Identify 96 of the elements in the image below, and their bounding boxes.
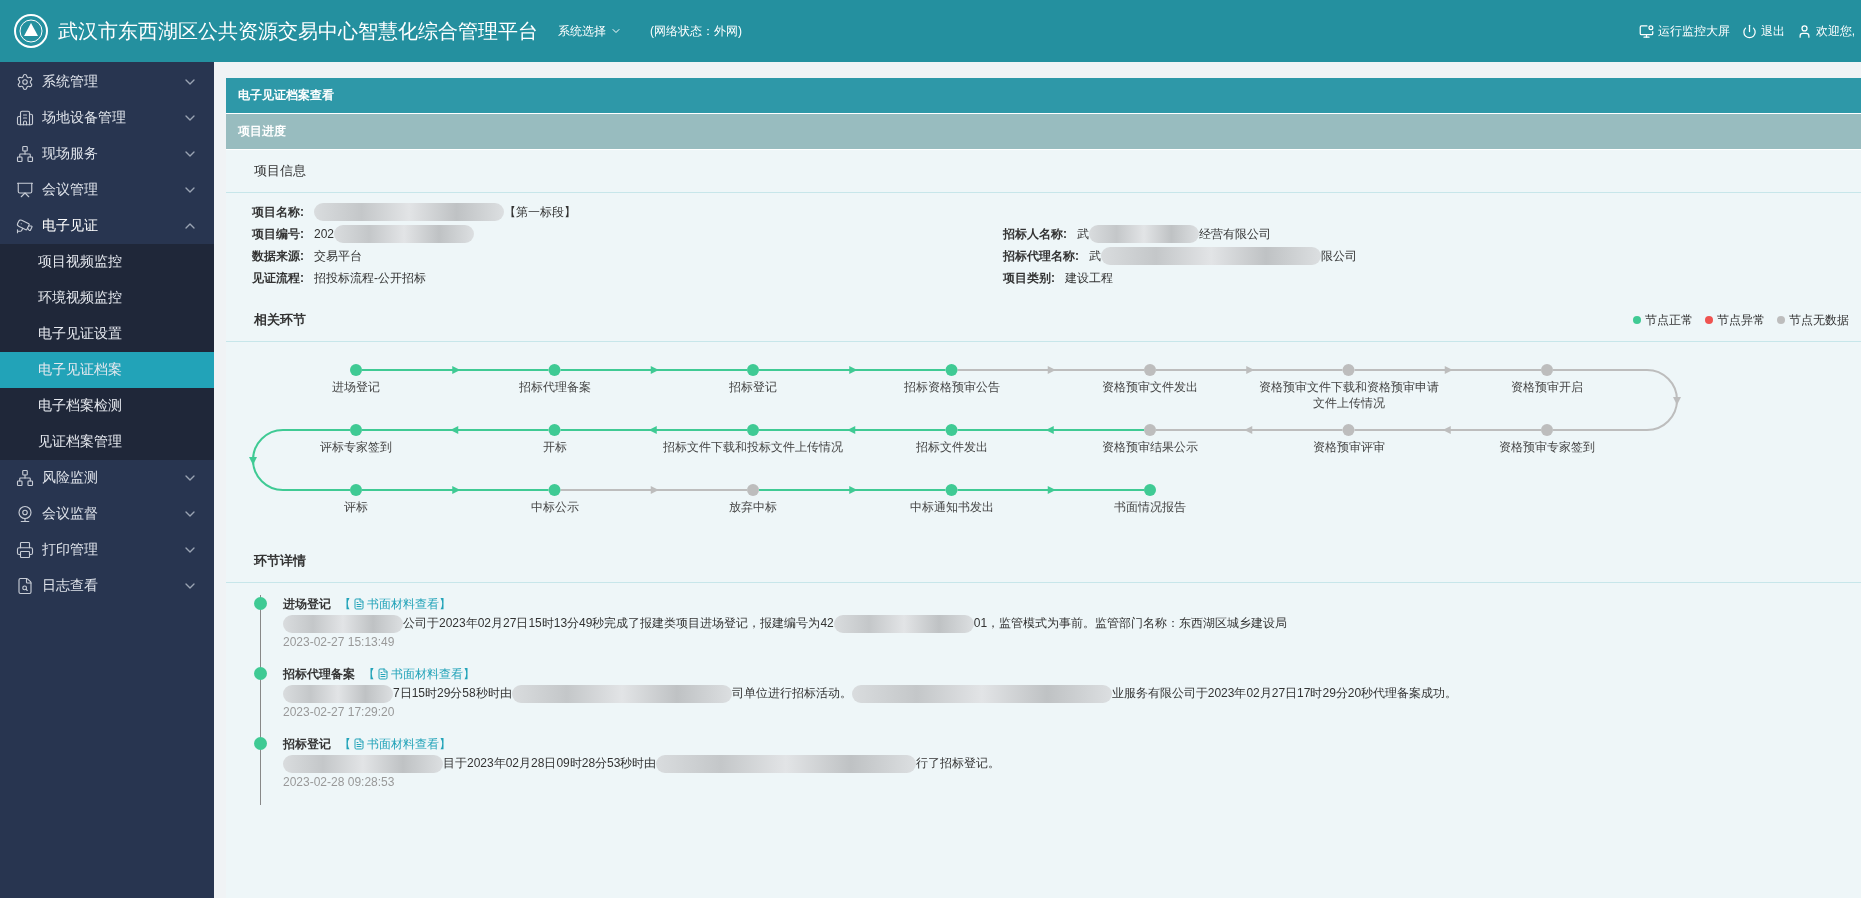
node-label: 资格预审评审 bbox=[1312, 440, 1385, 454]
node-label: 招标文件下载和投标文件上传情况 bbox=[663, 440, 843, 454]
value-text: 武 bbox=[1077, 225, 1089, 243]
node-label: 招标文件发出 bbox=[915, 440, 988, 454]
node-label: 书面情况报告 bbox=[1114, 500, 1186, 514]
node-label: 招标登记 bbox=[729, 380, 777, 394]
sidebar-item[interactable]: 系统管理 bbox=[0, 64, 214, 100]
system-select[interactable]: 系统选择 bbox=[558, 22, 622, 40]
field-label: 数据来源: bbox=[252, 247, 304, 265]
node-label: 招标资格预审公告 bbox=[903, 380, 1000, 394]
node-label: 资格预审开启 bbox=[1511, 380, 1583, 394]
value-text: 交易平台 bbox=[314, 247, 362, 265]
monitor-icon bbox=[1638, 23, 1654, 39]
value-text: 行了招标登记。 bbox=[916, 756, 1001, 770]
network-status: (网络状态：外网) bbox=[650, 22, 742, 40]
timeline-dot bbox=[254, 737, 267, 750]
value-text: 目于2023年02月28日09时28分53秒时由 bbox=[443, 756, 657, 770]
value-text: 业服务有限公司于2023年02月27日17时29分20秒代理备案成功。 bbox=[1111, 686, 1458, 700]
node-label: 评标专家签到 bbox=[320, 440, 392, 454]
value-text: 7日15时29分58秒时由 bbox=[393, 686, 512, 700]
presentation-icon bbox=[16, 181, 34, 199]
field-label: 项目名称: bbox=[252, 203, 304, 221]
sidebar-item[interactable]: 日志查看 bbox=[0, 568, 214, 604]
value-text: 【第一标段】 bbox=[504, 203, 576, 221]
field-label: 招标人名称: bbox=[1003, 225, 1067, 243]
sidebar-subitem[interactable]: 见证档案管理 bbox=[0, 424, 214, 460]
file-search-icon bbox=[16, 577, 34, 595]
legend-item: 节点异常 bbox=[1705, 311, 1765, 329]
document-icon bbox=[377, 668, 389, 680]
sidebar-subitem[interactable]: 电子见证设置 bbox=[0, 316, 214, 352]
field-label: 项目类别: bbox=[1003, 269, 1055, 287]
value-text: 202 bbox=[314, 227, 335, 241]
sidebar-item[interactable]: 会议管理 bbox=[0, 172, 214, 208]
document-icon bbox=[353, 598, 365, 610]
sidebar-subitem[interactable]: 项目视频监控 bbox=[0, 244, 214, 280]
step-time: 2023-02-27 17:29:20 bbox=[283, 705, 396, 719]
node-label: 评标 bbox=[344, 500, 368, 514]
webcam-icon bbox=[16, 505, 34, 523]
legend-item: 节点正常 bbox=[1633, 311, 1693, 329]
monitor-screen-link[interactable]: 运行监控大屏 bbox=[1638, 22, 1730, 40]
value-text: 建设工程 bbox=[1065, 269, 1113, 287]
app-title: 武汉市东西湖区公共资源交易中心智慧化综合管理平台 bbox=[58, 18, 538, 44]
node-label: 进场登记 bbox=[332, 380, 380, 394]
value-text: 01，监管模式为事前。监管部门名称：东西湖区 bbox=[973, 616, 1228, 630]
page-title-bar: 电子见证档案查看 bbox=[226, 78, 1861, 114]
emblem-logo bbox=[14, 14, 48, 48]
sidebar-item[interactable]: 风险监测 bbox=[0, 460, 214, 496]
step-title: 进场登记 bbox=[283, 595, 331, 613]
node-label: 资格预审文件下载和资格预审申请文件上传情况 bbox=[1258, 380, 1439, 410]
sidebar-item[interactable]: 场地设备管理 bbox=[0, 100, 214, 136]
sidebar-item[interactable]: 会议监督 bbox=[0, 496, 214, 532]
node-label: 中标公示 bbox=[530, 500, 579, 514]
sidebar-item[interactable]: 电子见证 bbox=[0, 208, 214, 244]
section-title: 项目信息 bbox=[254, 162, 306, 180]
power-icon bbox=[1741, 23, 1757, 39]
node-label: 中标通知书发出 bbox=[909, 500, 994, 514]
field-label: 见证流程: bbox=[252, 269, 304, 287]
sidebar-subitem[interactable]: 环境视频监控 bbox=[0, 280, 214, 316]
field-label: 项目编号: bbox=[252, 225, 304, 243]
gear-icon bbox=[16, 73, 34, 91]
value-text: 限公司 bbox=[1321, 247, 1357, 265]
building-icon bbox=[16, 109, 34, 127]
node-label: 开标 bbox=[542, 440, 567, 454]
node-label: 放弃中标 bbox=[729, 500, 777, 514]
sidebar-item[interactable]: 现场服务 bbox=[0, 136, 214, 172]
step-time: 2023-02-27 15:13:49 bbox=[283, 635, 396, 649]
value-text: 经营有限公司 bbox=[1199, 225, 1271, 243]
welcome-link[interactable]: 欢迎您, bbox=[1796, 22, 1855, 40]
step-title: 招标代理备案 bbox=[283, 665, 355, 683]
step-title: 招标登记 bbox=[283, 735, 331, 753]
value-text: 公司于2023年02月27日15时13分49秒完成了报建类项目进场登记，报建编号为42 bbox=[403, 616, 834, 630]
progress-title-bar: 项目进度 bbox=[226, 114, 1861, 150]
sidebar-item[interactable]: 打印管理 bbox=[0, 532, 214, 568]
section-title: 相关环节 bbox=[254, 311, 306, 329]
nodes-icon bbox=[16, 145, 34, 163]
value-text: 武 bbox=[1089, 247, 1101, 265]
node-label: 招标代理备案 bbox=[518, 380, 591, 394]
document-icon bbox=[353, 738, 365, 750]
timeline-dot bbox=[254, 667, 267, 680]
logout-button[interactable]: 退出 bbox=[1741, 22, 1785, 40]
camera-icon bbox=[16, 217, 34, 235]
node-label: 资格预审文件发出 bbox=[1102, 380, 1198, 394]
user-icon bbox=[1796, 23, 1812, 39]
value-text: 司单位进行招标活动。 bbox=[731, 686, 852, 700]
sidebar-subitem[interactable]: 电子档案检测 bbox=[0, 388, 214, 424]
field-label: 招标代理名称: bbox=[1003, 247, 1079, 265]
legend-item: 节点无数据 bbox=[1777, 311, 1849, 329]
timeline-dot bbox=[254, 597, 267, 610]
section-title: 环节详情 bbox=[254, 552, 306, 570]
value-text: 城乡建设局 bbox=[1227, 616, 1288, 630]
nodes-icon bbox=[16, 469, 34, 487]
printer-icon bbox=[16, 541, 34, 559]
node-label: 资格预审专家签到 bbox=[1499, 440, 1595, 454]
step-time: 2023-02-28 09:28:53 bbox=[283, 775, 396, 789]
node-label: 资格预审结果公示 bbox=[1102, 440, 1198, 454]
value-text: 招投标流程-公开招标 bbox=[314, 269, 426, 287]
